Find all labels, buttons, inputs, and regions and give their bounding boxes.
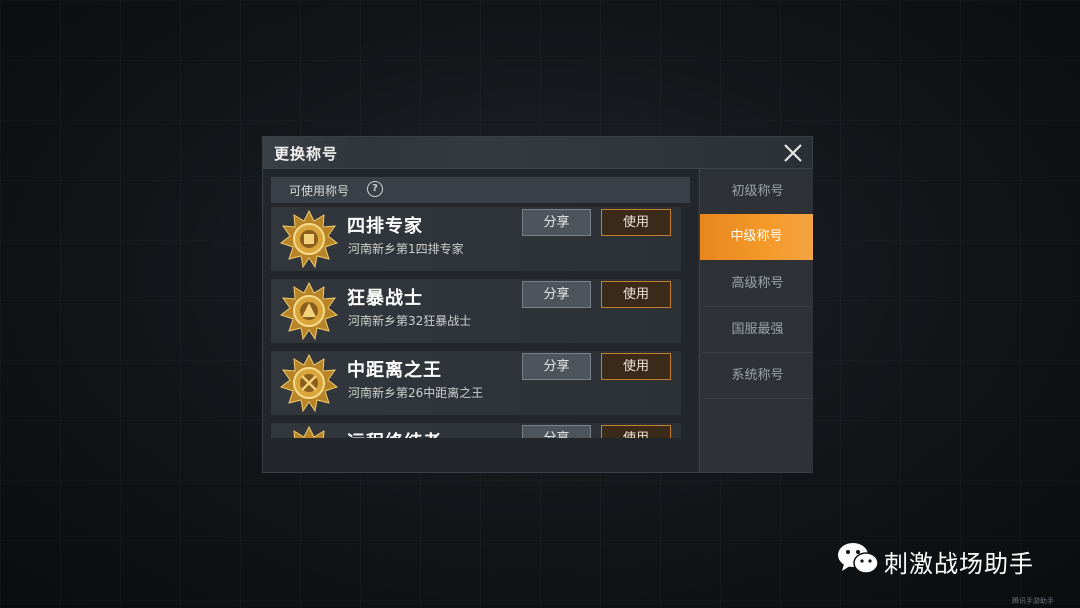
use-button[interactable]: 使用 <box>601 353 671 380</box>
title-name: 狂暴战士 <box>347 288 423 309</box>
title-row: 远程终结者 分享 使用 <box>271 423 681 438</box>
use-button[interactable]: 使用 <box>601 425 671 438</box>
category-tabs: 初级称号 中级称号 高级称号 国服最强 系统称号 <box>699 169 813 472</box>
dialog-title: 更换称号 <box>274 145 339 163</box>
watermark-text: 刺激战场助手 <box>884 550 1034 578</box>
use-button[interactable]: 使用 <box>601 281 671 308</box>
title-name: 中距离之王 <box>347 360 442 381</box>
share-button[interactable]: 分享 <box>522 425 591 438</box>
title-desc: 河南新乡第32狂暴战士 <box>348 314 472 328</box>
title-name: 四排专家 <box>347 216 423 237</box>
available-titles-header: 可使用称号 ? <box>271 177 690 203</box>
available-titles-label: 可使用称号 <box>289 184 350 198</box>
title-row: 狂暴战士 河南新乡第32狂暴战士 分享 使用 <box>271 279 681 343</box>
watermark-small-text: 腾讯手游助手 <box>1012 597 1054 605</box>
title-list-pane: 可使用称号 ? 四排专家 河南新乡第1四排专家 分享 使用 狂暴战士 河南新乡第… <box>263 169 698 472</box>
tab-system-titles[interactable]: 系统称号 <box>702 353 813 399</box>
tab-national-best[interactable]: 国服最强 <box>702 307 813 353</box>
change-title-dialog: 更换称号 可使用称号 ? 四排专家 河南新乡第1四排专家 分享 使用 狂暴战士 … <box>263 137 813 472</box>
close-icon <box>784 144 802 162</box>
title-desc: 河南新乡第26中距离之王 <box>348 386 484 400</box>
wechat-icon <box>838 543 879 575</box>
tab-senior-titles[interactable]: 高级称号 <box>702 261 813 307</box>
tab-junior-titles[interactable]: 初级称号 <box>702 169 813 215</box>
title-row: 四排专家 河南新乡第1四排专家 分享 使用 <box>271 207 681 271</box>
share-button[interactable]: 分享 <box>522 353 591 380</box>
title-name: 远程终结者 <box>347 428 442 438</box>
gold-medal-icon <box>293 425 325 438</box>
gold-medal-icon <box>279 209 339 269</box>
help-icon[interactable]: ? <box>367 181 383 197</box>
close-button[interactable] <box>780 140 806 166</box>
gold-medal-icon <box>279 281 339 341</box>
dialog-title-bar: 更换称号 <box>263 137 812 169</box>
title-desc: 河南新乡第1四排专家 <box>348 242 464 256</box>
share-button[interactable]: 分享 <box>522 281 591 308</box>
gold-medal-icon <box>279 353 339 413</box>
use-button[interactable]: 使用 <box>601 209 671 236</box>
title-row: 中距离之王 河南新乡第26中距离之王 分享 使用 <box>271 351 681 415</box>
title-list[interactable]: 四排专家 河南新乡第1四排专家 分享 使用 狂暴战士 河南新乡第32狂暴战士 分… <box>271 207 681 438</box>
share-button[interactable]: 分享 <box>522 209 591 236</box>
tab-intermediate-titles[interactable]: 中级称号 <box>700 214 813 260</box>
